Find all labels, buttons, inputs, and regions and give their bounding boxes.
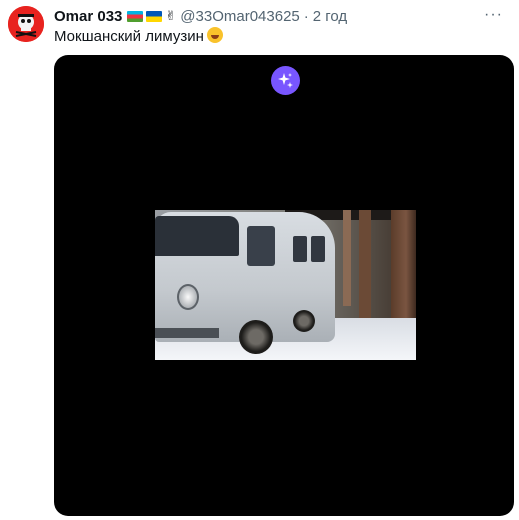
separator-dot: · [303, 7, 309, 25]
ukraine-flag-icon [146, 10, 163, 22]
van-wheel [239, 320, 273, 354]
author-name[interactable]: Omar 033 [54, 8, 122, 25]
skull-crossbones-icon [8, 6, 44, 42]
van-side-window [311, 236, 325, 262]
van-wheel [293, 310, 315, 332]
tweet-text: Мокшанский лимузин [54, 27, 223, 45]
avatar[interactable] [8, 6, 44, 42]
wooden-beam [359, 210, 371, 330]
wooden-beam [343, 210, 351, 306]
more-options-icon[interactable]: ··· [484, 6, 503, 24]
van-door-window [247, 226, 275, 266]
van-side-window [293, 236, 307, 262]
van-windshield [155, 216, 239, 256]
more-options-label: ··· [484, 6, 503, 23]
sparkles-icon [278, 73, 293, 88]
video-frame[interactable] [155, 210, 416, 360]
rolling-laughing-emoji-icon [206, 27, 223, 43]
tweet-timestamp[interactable]: 2 год [313, 8, 347, 25]
author-flags [127, 10, 163, 22]
azerbaijan-flag-icon [127, 10, 144, 22]
van-headlight [177, 284, 199, 310]
author-extra-emoji: ✌ [165, 8, 177, 23]
van-bumper [155, 328, 219, 338]
tweet-header: Omar 033 ✌ @33Omar043625 · 2 год [54, 6, 507, 26]
tweet-text-content: Мокшанский лимузин [54, 28, 204, 45]
author-handle[interactable]: @33Omar043625 [180, 8, 299, 25]
media-container[interactable] [54, 55, 514, 516]
ai-badge-button[interactable] [271, 66, 300, 95]
